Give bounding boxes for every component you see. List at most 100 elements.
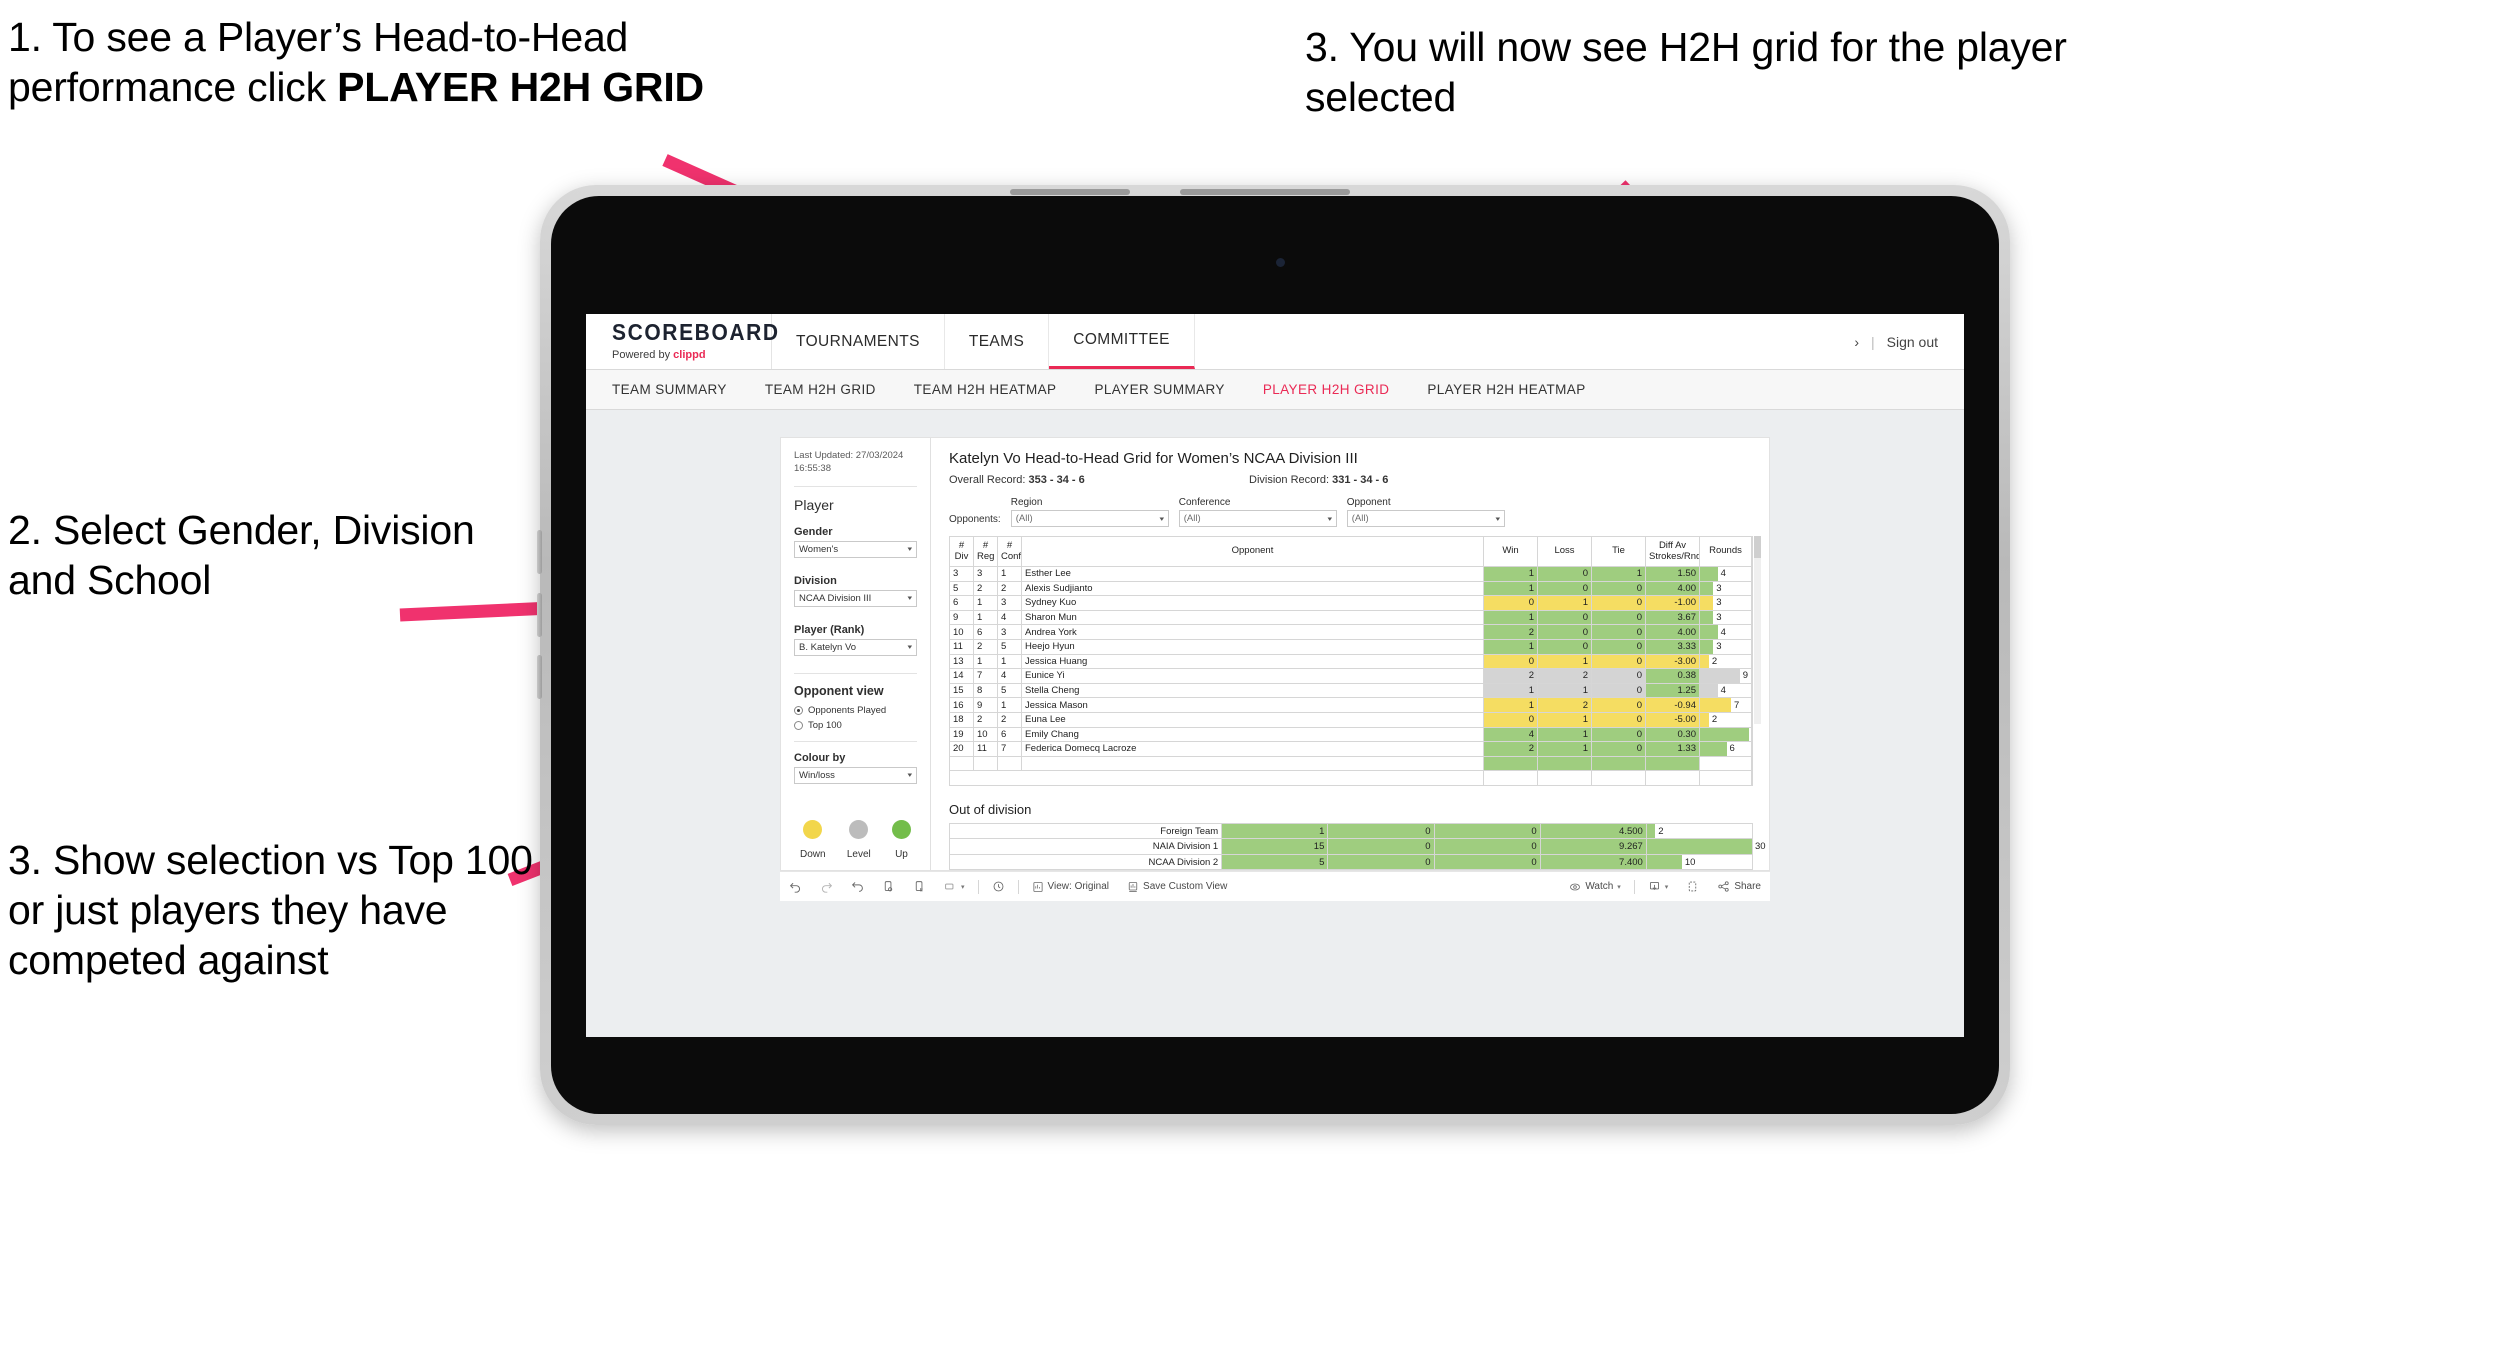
table-row[interactable]: 10 6 3 Andrea York 2 0 0 4.00 4 xyxy=(949,624,1752,640)
table-row[interactable]: 9 1 4 Sharon Mun 1 0 0 3.67 3 xyxy=(949,609,1752,626)
division-record-value: 331 - 34 - 6 xyxy=(1332,474,1389,486)
select-opponent[interactable]: (All) ▾ xyxy=(1346,510,1505,527)
table-row[interactable]: 5 2 2 Alexis Sudjianto 1 0 0 4.00 3 xyxy=(949,580,1752,597)
watch-button[interactable]: Watch ▾ xyxy=(1560,881,1629,893)
radio-opponents-played[interactable]: Opponents Played xyxy=(794,705,917,716)
rounds-bar-fill xyxy=(1700,567,1718,581)
list-item[interactable]: Foreign Team 1 0 0 4.500 2 xyxy=(948,822,1754,840)
cell-win: 1 xyxy=(1483,580,1538,597)
cell-diff: 3.33 xyxy=(1645,638,1700,655)
select-region[interactable]: (All) ▾ xyxy=(1010,510,1169,527)
chevron-down-icon: ▾ xyxy=(907,644,913,652)
refresh-data-button[interactable] xyxy=(873,880,904,893)
nav-item-tournaments[interactable]: TOURNAMENTS xyxy=(772,314,945,369)
cell-opponent: Heejo Hyun xyxy=(1021,638,1484,655)
rounds-bar-fill xyxy=(1700,582,1714,595)
tab-player-summary[interactable]: PLAYER SUMMARY xyxy=(1094,382,1224,397)
cell-opponent: Sydney Kuo xyxy=(1021,595,1484,611)
legend-up: Up xyxy=(891,819,911,860)
cell-reg: 7 xyxy=(973,668,998,684)
select-division[interactable]: NCAA Division III ▾ xyxy=(794,589,917,607)
table-row[interactable]: 15 8 5 Stella Cheng 1 1 0 1.25 4 xyxy=(949,682,1752,699)
cell-div xyxy=(949,755,974,772)
cell-diff: 4.500 xyxy=(1539,822,1647,840)
select-gender[interactable]: Women's ▾ xyxy=(794,540,917,558)
tablet-button-bottom[interactable] xyxy=(537,655,542,699)
col-loss: Loss xyxy=(1537,536,1592,567)
out-of-division-title: Out of division xyxy=(949,801,1032,817)
chevron-right-icon[interactable]: › xyxy=(1854,334,1859,350)
list-item[interactable]: NCAA Division 2 5 0 0 7.400 10 xyxy=(948,853,1754,871)
tab-team-summary[interactable]: TEAM SUMMARY xyxy=(612,382,727,397)
chevron-down-icon: ▾ xyxy=(907,546,913,554)
cell-reg: 9 xyxy=(973,697,998,713)
fit-dropdown-button[interactable]: ▾ xyxy=(935,880,974,893)
table-row[interactable]: 13 1 1 Jessica Huang 0 1 0 -3.00 2 xyxy=(949,653,1752,670)
cell-diff: -3.00 xyxy=(1645,653,1700,670)
download-button[interactable]: ▾ xyxy=(1639,880,1678,893)
fullscreen-button[interactable] xyxy=(1677,880,1708,893)
table-row[interactable]: 18 2 2 Euna Lee 0 1 0 -5.00 2 xyxy=(949,711,1752,728)
cell-diff: 1.33 xyxy=(1645,741,1700,757)
cell-win: 0 xyxy=(1483,653,1538,670)
table-row[interactable]: 14 7 4 Eunice Yi 2 2 0 0.38 9 xyxy=(949,668,1752,684)
col-conf: # Conf xyxy=(997,536,1022,567)
list-item[interactable]: NAIA Division 1 15 0 0 9.267 30 xyxy=(948,838,1766,855)
rounds-bar-fill xyxy=(1700,625,1718,639)
select-player-rank[interactable]: B. Katelyn Vo ▾ xyxy=(794,638,917,656)
tab-player-h2h-heatmap[interactable]: PLAYER H2H HEATMAP xyxy=(1427,382,1585,397)
cell-div: 6 xyxy=(949,595,974,611)
rounds-bar-fill xyxy=(1700,669,1740,683)
filler-tie xyxy=(1591,770,1646,786)
brand-title: SCOREBOARD xyxy=(612,319,780,346)
history-button[interactable] xyxy=(983,880,1014,893)
nav-item-committee[interactable]: COMMITTEE xyxy=(1049,314,1195,369)
pause-updates-button[interactable] xyxy=(904,880,935,893)
table-row[interactable]: 3 3 1 Esther Lee 1 0 1 1.50 4 xyxy=(949,566,1752,582)
cell-tie: 0 xyxy=(1591,682,1646,699)
nav-item-teams[interactable]: TEAMS xyxy=(945,314,1050,369)
cell-tie: 0 xyxy=(1591,711,1646,728)
label-gender: Gender xyxy=(794,525,833,538)
cell-rounds: 4 xyxy=(1699,566,1752,582)
watch-label: Watch xyxy=(1585,881,1614,893)
tablet-button-top[interactable] xyxy=(537,530,542,574)
table-row[interactable]: 20 11 7 Federica Domecq Lacroze 2 1 0 1.33 6 xyxy=(949,741,1752,757)
tab-team-h2h-grid[interactable]: TEAM H2H GRID xyxy=(765,382,876,397)
rounds-bar-fill xyxy=(1700,684,1718,697)
revert-button[interactable] xyxy=(842,880,873,893)
cell-opponent: Emily Chang xyxy=(1021,726,1484,743)
table-scrollbar-track[interactable] xyxy=(1754,536,1761,724)
redo-button[interactable] xyxy=(811,880,842,894)
table-row[interactable]: 6 1 3 Sydney Kuo 0 1 0 -1.00 3 xyxy=(949,595,1752,611)
share-button[interactable]: Share xyxy=(1708,880,1770,893)
cell-opponent: Eunice Yi xyxy=(1021,668,1484,684)
rounds-value: 2 xyxy=(1711,714,1718,726)
brand-logo[interactable]: SCOREBOARD Powered by clippd xyxy=(586,314,780,369)
table-row[interactable]: 16 9 1 Jessica Mason 1 2 0 -0.94 7 xyxy=(949,697,1752,713)
table-row[interactable]: 19106Emily Chang4100.3011 xyxy=(949,726,1752,743)
rounds-bar: 3 xyxy=(1700,640,1751,654)
radio-top-100[interactable]: Top 100 xyxy=(794,720,917,731)
table-row[interactable]: 11 2 5 Heejo Hyun 1 0 0 3.33 3 xyxy=(949,638,1752,655)
cell-loss: 1 xyxy=(1537,653,1592,670)
save-custom-view-button[interactable]: Save Custom View xyxy=(1118,881,1236,893)
tablet-button-mid[interactable] xyxy=(537,593,542,637)
view-original-button[interactable]: View: Original xyxy=(1023,881,1119,893)
sign-out-button[interactable]: Sign out xyxy=(1887,334,1938,350)
select-conference-value: (All) xyxy=(1183,513,1201,524)
cell-conf: 2 xyxy=(997,580,1022,597)
select-colour-by[interactable]: Win/loss ▾ xyxy=(794,766,917,784)
cell-reg: 1 xyxy=(973,595,998,611)
cell-win: 0 xyxy=(1483,711,1538,728)
tab-team-h2h-heatmap[interactable]: TEAM H2H HEATMAP xyxy=(914,382,1057,397)
cell-win xyxy=(1483,755,1538,772)
undo-button[interactable] xyxy=(780,880,811,894)
table-scrollbar-thumb[interactable] xyxy=(1754,536,1761,558)
cell-loss xyxy=(1537,755,1592,772)
rounds-value: 4 xyxy=(1720,685,1726,697)
rounds-value: 2 xyxy=(1711,655,1718,667)
select-conference[interactable]: (All) ▾ xyxy=(1178,510,1337,527)
tab-player-h2h-grid[interactable]: PLAYER H2H GRID xyxy=(1263,382,1390,397)
select-player-rank-value: B. Katelyn Vo xyxy=(799,641,857,653)
